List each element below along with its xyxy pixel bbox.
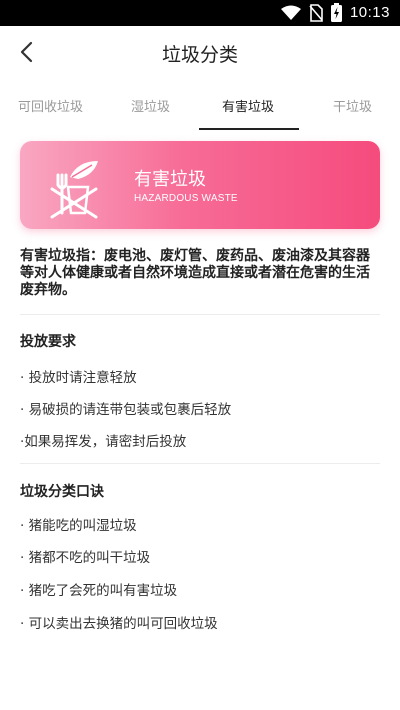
tab-hazardous-waste[interactable]: 有害垃圾 bbox=[222, 96, 274, 115]
section-title-rhyme: 垃圾分类口诀 bbox=[20, 484, 104, 500]
tab-wet-waste[interactable]: 湿垃圾 bbox=[131, 96, 170, 115]
banner-title: 有害垃圾 bbox=[134, 169, 206, 190]
active-tab-indicator bbox=[199, 128, 299, 130]
status-time: 10:13 bbox=[349, 4, 390, 21]
rhyme-item: · 猪吃了会死的叫有害垃圾 bbox=[20, 583, 178, 599]
hazardous-waste-icon bbox=[50, 161, 98, 219]
status-icons: 10:13 bbox=[280, 3, 390, 22]
tab-dry-waste[interactable]: 干垃圾 bbox=[333, 96, 372, 115]
banner-subtitle: HAZARDOUS WASTE bbox=[134, 193, 238, 204]
category-banner: 有害垃圾 HAZARDOUS WASTE bbox=[20, 141, 380, 229]
no-sim-icon bbox=[309, 3, 323, 22]
battery-charging-icon bbox=[330, 3, 342, 22]
page-title: 垃圾分类 bbox=[161, 44, 238, 66]
status-bar: 10:13 bbox=[0, 0, 400, 26]
category-tabs: 可回收垃圾 湿垃圾 有害垃圾 干垃圾 bbox=[0, 86, 400, 132]
disposal-item: · 易破损的请连带包装或包裹后轻放 bbox=[20, 402, 232, 418]
rhyme-item: · 猪都不吃的叫干垃圾 bbox=[20, 550, 151, 566]
disposal-item: · 投放时请注意轻放 bbox=[20, 370, 137, 386]
nav-bar: 垃圾分类 bbox=[0, 26, 400, 78]
section-divider bbox=[20, 314, 380, 315]
wifi-icon bbox=[280, 5, 301, 20]
category-definition: 有害垃圾指：废电池、废灯管、废药品、废油漆及其容器等对人体健康或者自然环境造成直… bbox=[20, 248, 370, 298]
section-divider bbox=[20, 463, 380, 464]
section-title-disposal: 投放要求 bbox=[20, 334, 76, 350]
disposal-item: ·如果易挥发，请密封后投放 bbox=[20, 434, 187, 450]
rhyme-item: · 可以卖出去换猪的叫可回收垃圾 bbox=[20, 616, 218, 632]
rhyme-item: · 猪能吃的叫湿垃圾 bbox=[20, 518, 137, 534]
tab-recyclable[interactable]: 可回收垃圾 bbox=[18, 96, 83, 115]
